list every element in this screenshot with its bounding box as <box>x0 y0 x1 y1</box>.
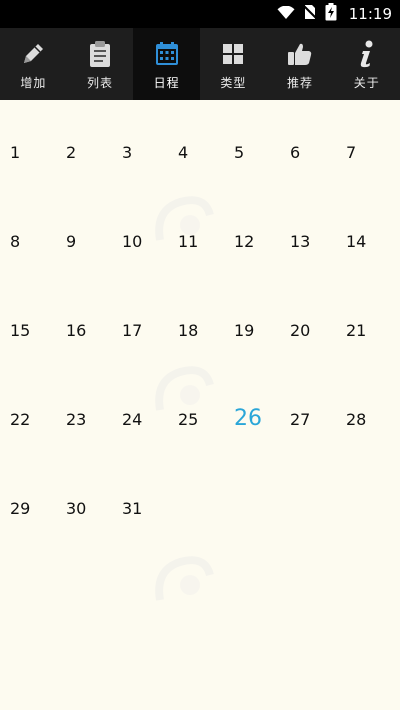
day-cell[interactable]: 11 <box>168 210 224 299</box>
tab-add[interactable]: 增加 <box>0 28 67 100</box>
tab-bar: 增加 列表 日程 类型 推荐 关于 <box>0 28 400 100</box>
day-cell[interactable]: 15 <box>0 299 56 388</box>
day-cell[interactable]: 6 <box>280 121 336 210</box>
day-cell[interactable]: 20 <box>280 299 336 388</box>
day-cell[interactable]: 14 <box>336 210 392 299</box>
calendar-icon <box>153 40 181 68</box>
day-cell[interactable]: 25 <box>168 388 224 477</box>
day-cell[interactable]: 8 <box>0 210 56 299</box>
day-cell[interactable]: 13 <box>280 210 336 299</box>
grid-icon <box>219 40 247 68</box>
tab-category[interactable]: 类型 <box>200 28 267 100</box>
tab-label: 增加 <box>20 76 47 90</box>
pencil-icon <box>19 40 47 68</box>
calendar-week: 15 16 17 18 19 20 21 <box>0 299 400 388</box>
day-cell[interactable]: 2 <box>56 121 112 210</box>
tab-schedule[interactable]: 日程 <box>133 28 201 100</box>
day-cell[interactable]: 31 <box>112 477 168 566</box>
tab-label: 类型 <box>220 76 247 90</box>
day-cell[interactable]: 22 <box>0 388 56 477</box>
day-cell[interactable]: 28 <box>336 388 392 477</box>
day-cell[interactable]: 24 <box>112 388 168 477</box>
calendar-week: 1 2 3 4 5 6 7 <box>0 121 400 210</box>
status-bar: 11:19 <box>0 0 400 28</box>
tab-label: 日程 <box>153 76 180 90</box>
day-cell-today[interactable]: 26 <box>224 388 280 477</box>
calendar-view: 1 2 3 4 5 6 7 8 9 10 11 12 13 14 15 16 1… <box>0 100 400 710</box>
status-icons: 11:19 <box>277 0 392 28</box>
info-icon <box>353 40 381 68</box>
day-cell[interactable]: 27 <box>280 388 336 477</box>
day-cell[interactable]: 23 <box>56 388 112 477</box>
calendar-week: 29 30 31 <box>0 477 400 566</box>
tab-label: 推荐 <box>287 76 314 90</box>
calendar-week: 22 23 24 25 26 27 28 <box>0 388 400 477</box>
day-cell[interactable]: 19 <box>224 299 280 388</box>
day-cell[interactable]: 16 <box>56 299 112 388</box>
day-cell[interactable]: 29 <box>0 477 56 566</box>
day-cell[interactable]: 4 <box>168 121 224 210</box>
calendar-grid: 1 2 3 4 5 6 7 8 9 10 11 12 13 14 15 16 1… <box>0 100 400 566</box>
battery-charging-icon <box>325 3 337 25</box>
tab-label: 列表 <box>87 76 114 90</box>
tab-label: 关于 <box>353 76 380 90</box>
tab-list[interactable]: 列表 <box>67 28 134 100</box>
day-cell[interactable]: 21 <box>336 299 392 388</box>
wifi-icon <box>277 5 295 24</box>
day-cell[interactable]: 5 <box>224 121 280 210</box>
clipboard-icon <box>86 40 114 68</box>
status-time: 11:19 <box>348 5 392 23</box>
day-cell[interactable]: 3 <box>112 121 168 210</box>
day-cell[interactable]: 18 <box>168 299 224 388</box>
tab-about[interactable]: 关于 <box>333 28 400 100</box>
day-cell[interactable]: 7 <box>336 121 392 210</box>
day-cell[interactable]: 9 <box>56 210 112 299</box>
day-cell[interactable]: 10 <box>112 210 168 299</box>
day-cell[interactable]: 12 <box>224 210 280 299</box>
thumbs-up-icon <box>286 40 314 68</box>
calendar-week: 8 9 10 11 12 13 14 <box>0 210 400 299</box>
tab-recommend[interactable]: 推荐 <box>267 28 334 100</box>
day-cell[interactable]: 1 <box>0 121 56 210</box>
day-cell[interactable]: 30 <box>56 477 112 566</box>
day-cell[interactable]: 17 <box>112 299 168 388</box>
no-sim-icon <box>303 4 317 24</box>
